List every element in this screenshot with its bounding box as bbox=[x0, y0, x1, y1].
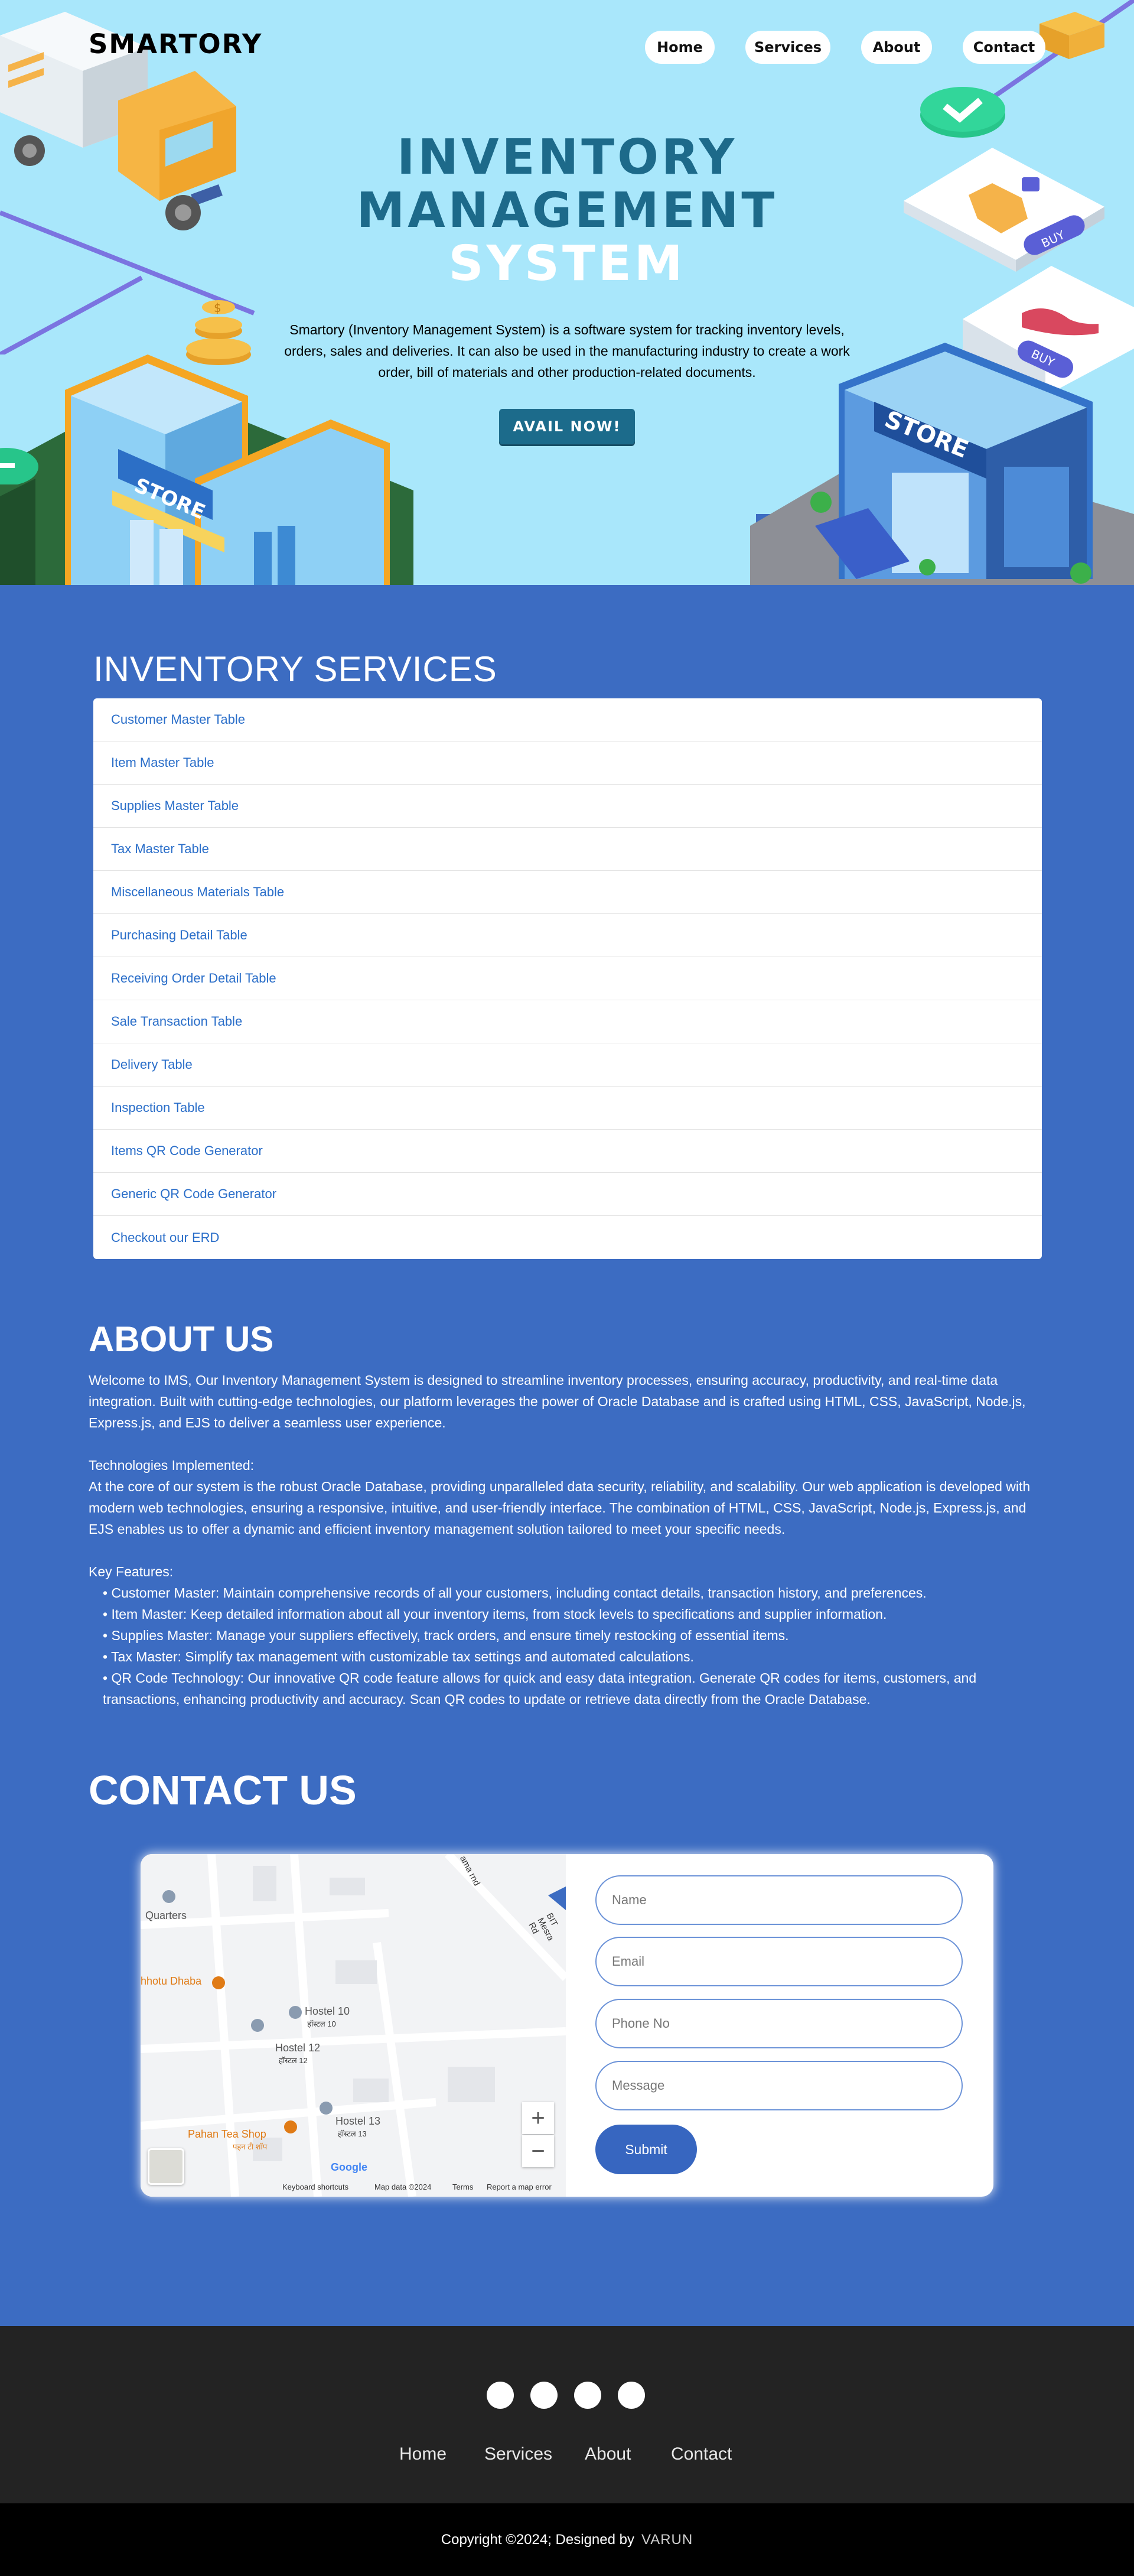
map-label-hostel13-hi: हॉस्टल 13 bbox=[338, 2129, 367, 2138]
social-icon[interactable] bbox=[530, 2382, 558, 2409]
service-misc-materials[interactable]: Miscellaneous Materials Table bbox=[93, 871, 1042, 914]
map-label-hostel12: Hostel 12 bbox=[275, 2042, 321, 2054]
service-inspection[interactable]: Inspection Table bbox=[93, 1087, 1042, 1130]
feature-item: Item Master: Keep detailed information a… bbox=[89, 1604, 1045, 1625]
map-attribution-data: Map data ©2024 bbox=[374, 2183, 432, 2191]
map-layer-toggle[interactable] bbox=[148, 2148, 184, 2185]
map-label-tea-shop-hi: पहन टी शॉप bbox=[233, 2142, 268, 2151]
service-delivery[interactable]: Delivery Table bbox=[93, 1043, 1042, 1087]
svg-text:$: $ bbox=[214, 301, 221, 315]
services-list: Customer Master Table Item Master Table … bbox=[93, 698, 1042, 1259]
about-heading: ABOUT US bbox=[89, 1319, 274, 1359]
service-generic-qr[interactable]: Generic QR Code Generator bbox=[93, 1173, 1042, 1216]
nav-about[interactable]: About bbox=[861, 31, 932, 64]
map-attribution-terms[interactable]: Terms bbox=[452, 2183, 473, 2191]
embedded-map[interactable]: Quarters hhotu Dhaba Hostel 10 हॉस्टल 10… bbox=[141, 1854, 566, 2197]
designer-link[interactable]: VARUN bbox=[641, 2532, 693, 2548]
service-erd[interactable]: Checkout our ERD bbox=[93, 1216, 1042, 1259]
map-label-hostel12-hi: हॉस्टल 12 bbox=[279, 2056, 308, 2065]
social-icon[interactable] bbox=[618, 2382, 645, 2409]
brand-logo[interactable]: SMARTORY bbox=[89, 28, 262, 60]
copyright-bar: Copyright ©2024; Designed by VARUN bbox=[0, 2503, 1134, 2576]
hero-description: Smartory (Inventory Management System) i… bbox=[284, 322, 850, 380]
nav-contact[interactable]: Contact bbox=[963, 31, 1045, 64]
hero-section: $ STORE BUY BUY STORE SMARTORY Home Serv… bbox=[0, 0, 1134, 585]
map-label-hostel13: Hostel 13 bbox=[335, 2115, 381, 2127]
service-tax-master[interactable]: Tax Master Table bbox=[93, 828, 1042, 871]
hero-title-line3: SYSTEM bbox=[448, 236, 686, 292]
service-items-qr[interactable]: Items QR Code Generator bbox=[93, 1130, 1042, 1173]
about-features-title: Key Features: bbox=[89, 1564, 174, 1579]
store-building-left-illustration: STORE bbox=[0, 354, 413, 585]
feature-item: QR Code Technology: Our innovative QR co… bbox=[89, 1667, 1045, 1710]
footer-link-home[interactable]: Home bbox=[399, 2444, 447, 2464]
service-supplies-master[interactable]: Supplies Master Table bbox=[93, 785, 1042, 828]
map-label-tea-shop: Pahan Tea Shop bbox=[188, 2128, 266, 2140]
submit-button[interactable]: Submit bbox=[595, 2125, 697, 2174]
nav-services[interactable]: Services bbox=[745, 31, 830, 64]
hero-title-line2: MANAGEMENT bbox=[356, 183, 778, 239]
map-roads bbox=[141, 1854, 566, 2197]
phone-field[interactable]: Phone No bbox=[595, 1999, 963, 2048]
contact-card: Quarters hhotu Dhaba Hostel 10 हॉस्टल 10… bbox=[141, 1854, 993, 2197]
avail-now-button[interactable]: AVAIL NOW! bbox=[499, 409, 635, 444]
name-field[interactable]: Name bbox=[595, 1875, 963, 1925]
map-attribution-report[interactable]: Report a map error bbox=[487, 2183, 552, 2191]
map-attribution-shortcuts[interactable]: Keyboard shortcuts bbox=[282, 2183, 348, 2191]
email-field[interactable]: Email bbox=[595, 1937, 963, 1986]
nav-home[interactable]: Home bbox=[645, 31, 715, 64]
footer-link-about[interactable]: About bbox=[585, 2444, 631, 2464]
footer-link-services[interactable]: Services bbox=[484, 2444, 552, 2464]
services-heading: INVENTORY SERVICES bbox=[93, 649, 497, 689]
hero-title-line1: INVENTORY bbox=[397, 129, 737, 186]
service-customer-master[interactable]: Customer Master Table bbox=[93, 698, 1042, 741]
map-label-hostel10-hi: हॉस्टल 10 bbox=[307, 2019, 336, 2028]
service-receiving-order[interactable]: Receiving Order Detail Table bbox=[93, 957, 1042, 1000]
right-top-decoration bbox=[920, 0, 1134, 138]
feature-item: Supplies Master: Manage your suppliers e… bbox=[89, 1625, 1045, 1646]
service-purchasing-detail[interactable]: Purchasing Detail Table bbox=[93, 914, 1042, 957]
social-icon[interactable] bbox=[487, 2382, 514, 2409]
service-item-master[interactable]: Item Master Table bbox=[93, 741, 1042, 785]
about-body: Welcome to IMS, Our Inventory Management… bbox=[89, 1370, 1045, 1710]
message-field[interactable]: Message bbox=[595, 2061, 963, 2110]
map-label-dhaba: hhotu Dhaba bbox=[141, 1975, 202, 1987]
map-zoom-in-button[interactable]: + bbox=[522, 2102, 554, 2134]
hero-title: INVENTORY MANAGEMENT SYSTEM bbox=[0, 131, 1134, 291]
copyright-text: Copyright ©2024; Designed by bbox=[441, 2531, 634, 2548]
green-check-badge-left bbox=[0, 448, 38, 484]
social-icon[interactable] bbox=[574, 2382, 601, 2409]
map-label-hostel10: Hostel 10 bbox=[305, 2005, 350, 2017]
service-sale-transaction[interactable]: Sale Transaction Table bbox=[93, 1000, 1042, 1043]
map-label-quarters: Quarters bbox=[145, 1910, 187, 1921]
feature-item: Tax Master: Simplify tax management with… bbox=[89, 1646, 1045, 1667]
footer: Home Services About Contact bbox=[0, 2326, 1134, 2503]
about-tech-body: At the core of our system is the robust … bbox=[89, 1479, 1031, 1537]
contact-heading: CONTACT US bbox=[89, 1767, 357, 1813]
google-logo: Google bbox=[331, 2161, 367, 2173]
feature-item: Customer Master: Maintain comprehensive … bbox=[89, 1582, 1045, 1604]
map-zoom-out-button[interactable]: − bbox=[522, 2135, 554, 2167]
about-intro: Welcome to IMS, Our Inventory Management… bbox=[89, 1372, 1026, 1430]
footer-link-contact[interactable]: Contact bbox=[671, 2444, 732, 2464]
about-tech-title: Technologies Implemented: bbox=[89, 1458, 254, 1473]
